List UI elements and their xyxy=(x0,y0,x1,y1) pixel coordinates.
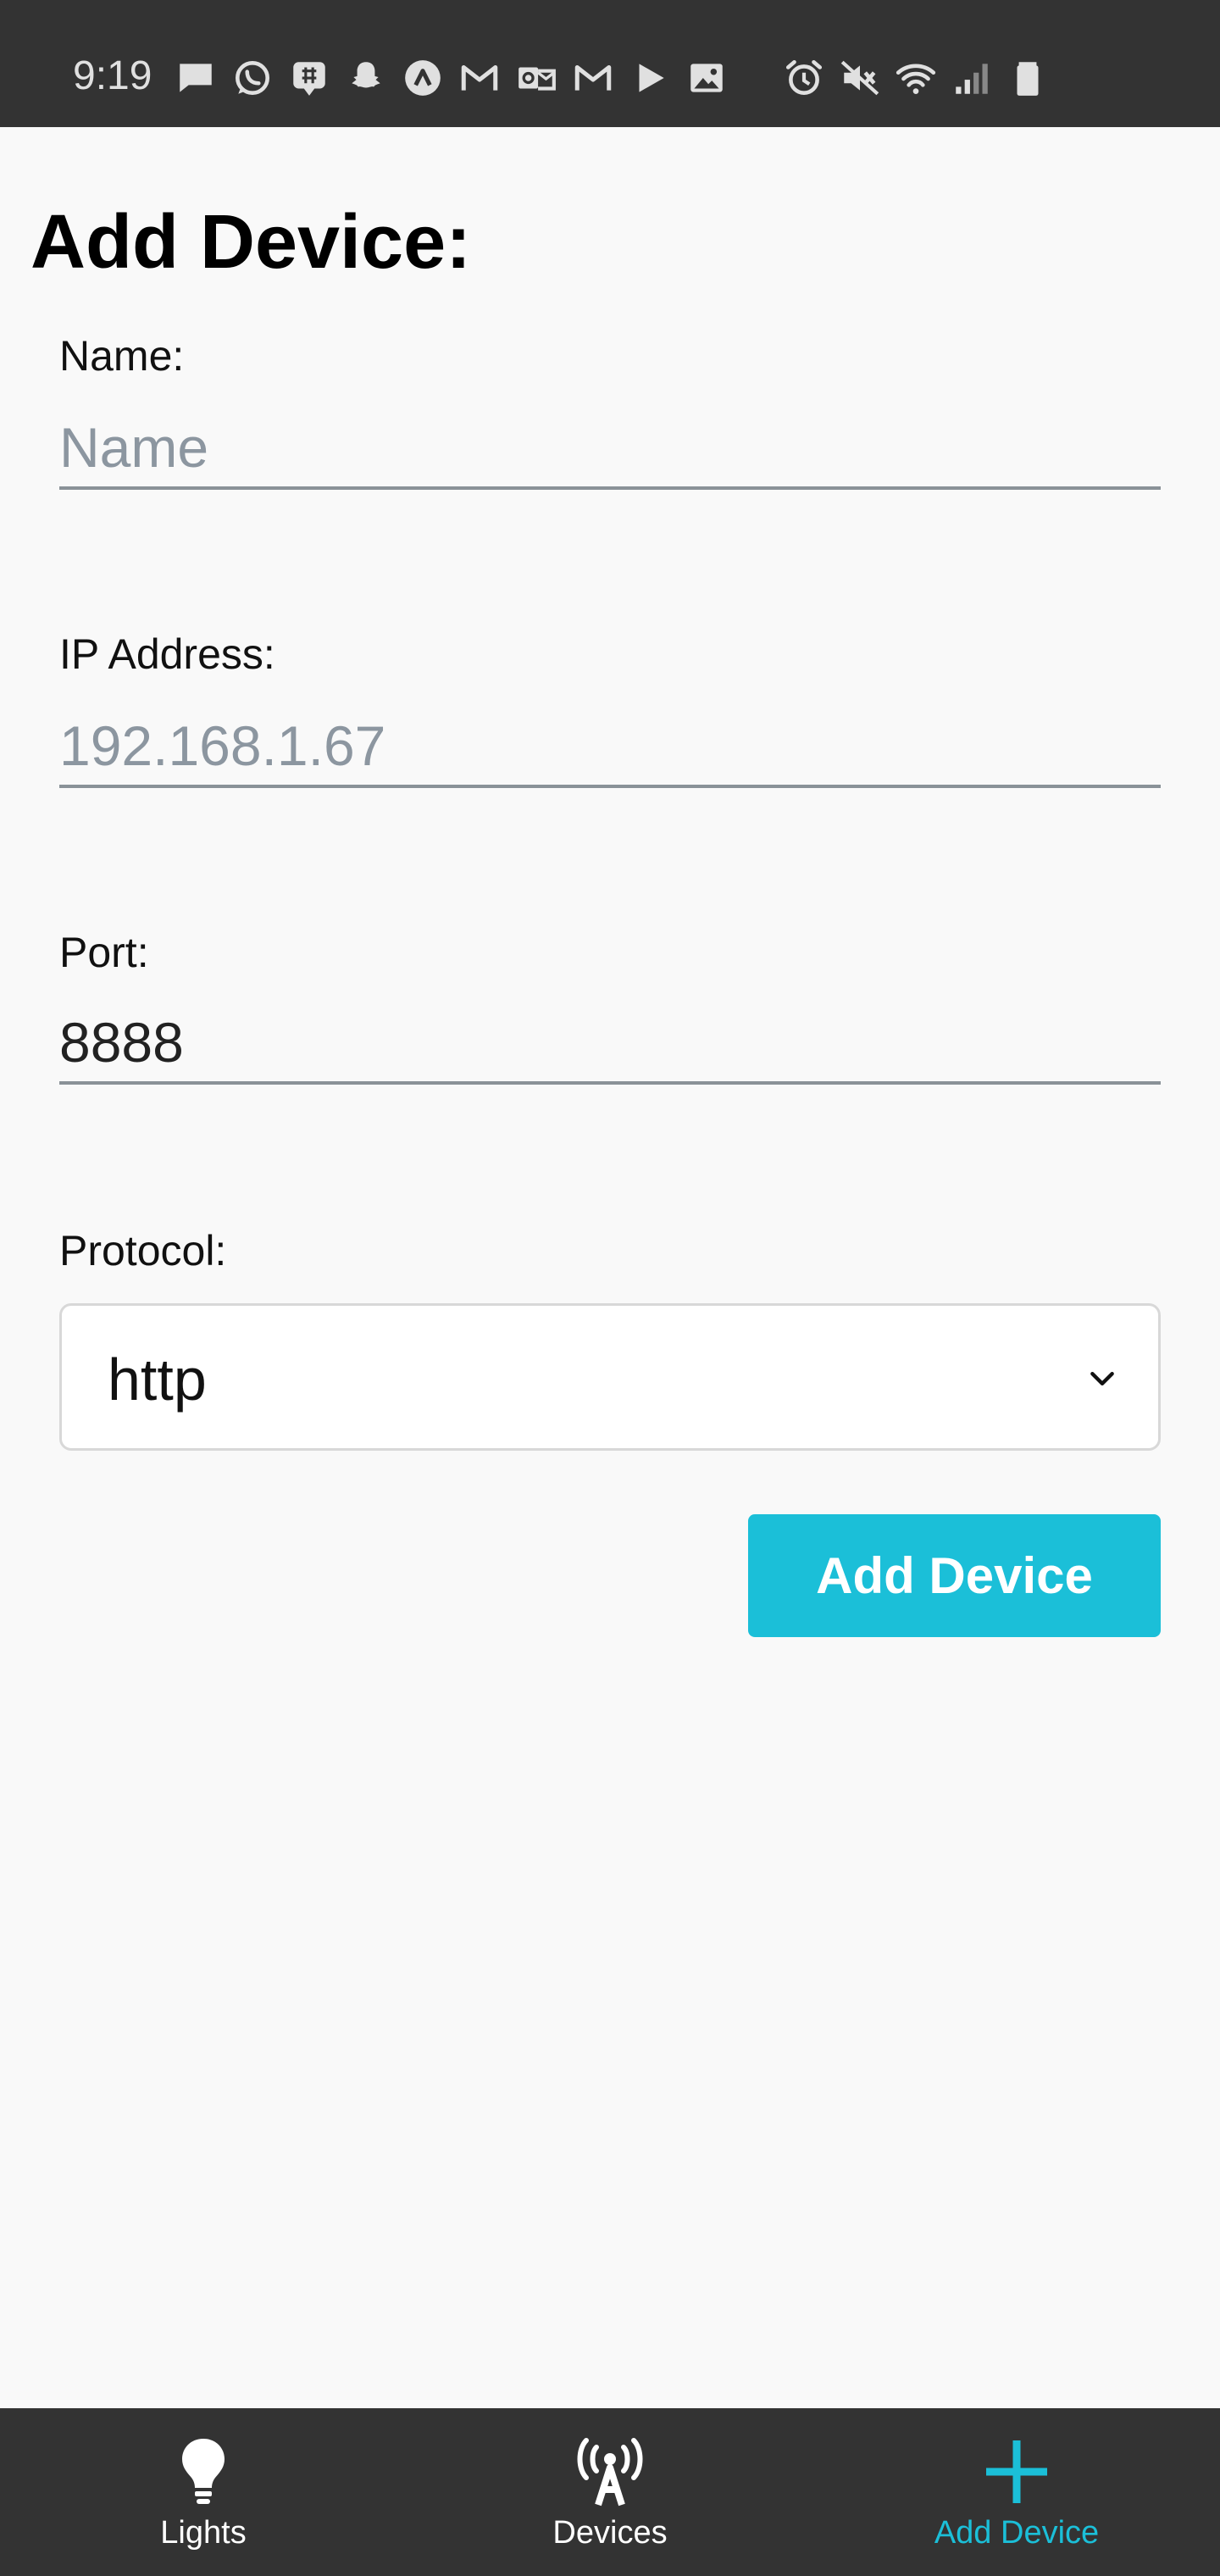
tab-devices[interactable]: Devices xyxy=(407,2408,813,2576)
add-device-button[interactable]: Add Device xyxy=(748,1514,1161,1637)
ip-address-input[interactable] xyxy=(59,707,1161,788)
wifi-icon xyxy=(896,64,936,94)
tab-add-device-label: Add Device xyxy=(934,2515,1100,2551)
whatsapp-icon xyxy=(236,61,269,95)
tab-lights[interactable]: Lights xyxy=(0,2408,407,2576)
protocol-selected-value: http xyxy=(108,1346,207,1413)
tab-add-device[interactable]: Add Device xyxy=(813,2408,1220,2576)
gallery-icon xyxy=(690,64,723,92)
battery-icon xyxy=(1017,62,1039,96)
lightbulb-icon xyxy=(182,2439,225,2504)
tab-devices-label: Devices xyxy=(552,2515,668,2551)
antenna-icon xyxy=(577,2438,643,2507)
gmail-icon xyxy=(574,65,612,91)
snapchat-icon xyxy=(352,62,380,88)
mute-icon xyxy=(840,60,879,96)
ip-address-label: IP Address: xyxy=(59,630,275,678)
status-bar: 9:19 xyxy=(0,0,1220,127)
page-title: Add Device: xyxy=(30,200,472,285)
name-label: Name: xyxy=(59,332,185,380)
status-time: 9:19 xyxy=(73,53,152,98)
port-input[interactable] xyxy=(59,1003,1161,1085)
notification-icons xyxy=(175,56,728,100)
signal-icon xyxy=(956,64,988,94)
chevron-down-icon xyxy=(1090,1372,1114,1385)
alarm-icon xyxy=(785,59,823,96)
chat-icon xyxy=(293,62,325,96)
message-icon xyxy=(180,64,212,92)
protocol-select[interactable]: http xyxy=(59,1303,1161,1451)
plus-icon xyxy=(986,2440,1047,2503)
bottom-tab-bar: Lights Devices Add Device xyxy=(0,2408,1220,2576)
play-icon xyxy=(639,64,664,92)
name-input[interactable] xyxy=(59,408,1161,490)
protocol-label: Protocol: xyxy=(59,1227,227,1274)
tab-lights-label: Lights xyxy=(160,2515,247,2551)
port-label: Port: xyxy=(59,929,149,976)
gmail-icon xyxy=(461,65,498,91)
outlook-icon xyxy=(518,67,556,91)
system-icons xyxy=(783,56,1049,100)
app-icon xyxy=(405,60,441,96)
